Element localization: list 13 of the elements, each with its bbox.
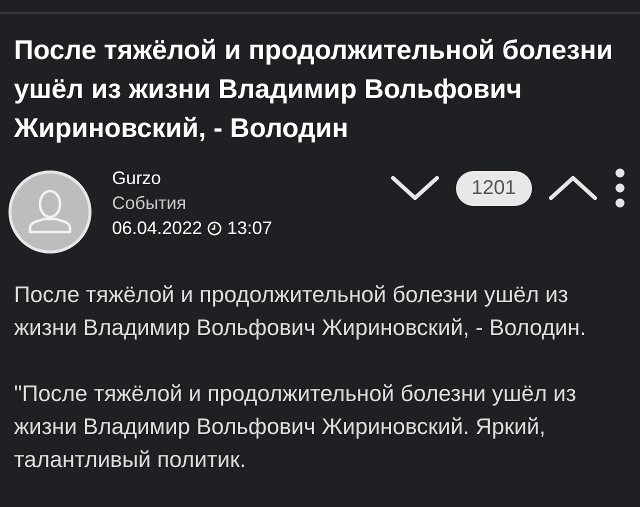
category-link[interactable]: События: [112, 191, 272, 216]
post-date: 06.04.2022: [112, 217, 202, 240]
chevron-down-icon[interactable]: [390, 174, 440, 202]
author-name[interactable]: Gurzo: [112, 166, 272, 191]
post-title: После тяжёлой и продолжительной болезни ушёл из жизни Владимир Вольфович Жириновский, - Володин: [14, 34, 614, 145]
clock-icon: [207, 221, 222, 236]
body-paragraph: "После тяжёлой и продолжительной болезни ушёл из жизни Владимир Вольфович Жириновский. Яркий, талантливый политик.: [14, 380, 578, 474]
body-paragraph: После тяжёлой и продолжительной болезни ушёл из жизни Владимир Вольфович Жириновский, - Володин.: [14, 281, 588, 342]
chevron-up-icon[interactable]: [548, 174, 598, 202]
rating-count: 1201: [456, 170, 532, 206]
avatar-icon[interactable]: [8, 170, 92, 254]
more-icon[interactable]: [614, 168, 626, 208]
post-time: 13:07: [227, 217, 272, 240]
